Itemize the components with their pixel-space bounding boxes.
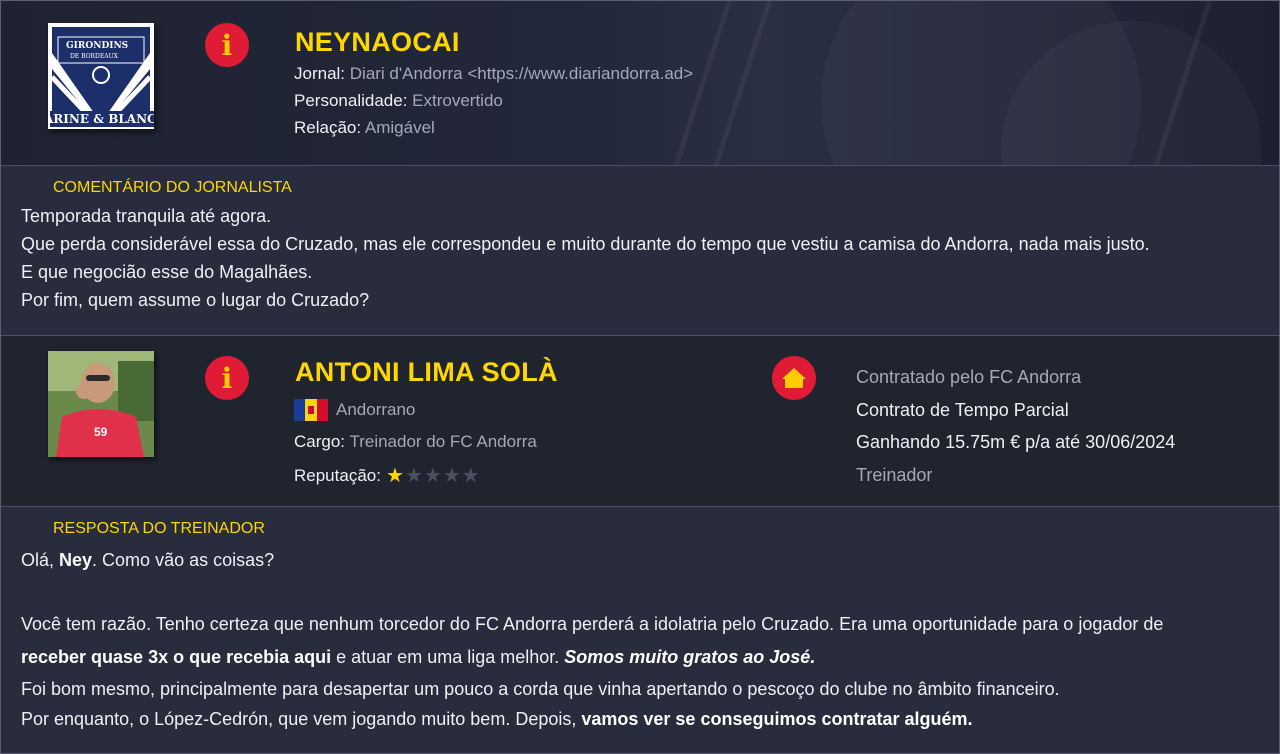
role-value[interactable]: Treinador do FC Andorra: [349, 432, 536, 451]
response-paragraph: Foi bom mesmo, principalmente para desap…: [21, 679, 1060, 699]
relation-row: Relação: Amigável: [294, 118, 435, 138]
coach-response-title: RESPOSTA DO TREINADOR: [53, 520, 265, 537]
coach-shirt-number: 59: [94, 425, 108, 439]
personality-row: Personalidade: Extrovertido: [294, 91, 503, 111]
journal-value[interactable]: Diari d'Andorra <https://www.diariandorr…: [350, 64, 693, 83]
reputation-row: Reputação:: [294, 466, 381, 486]
comment-line: Que perda considerável essa do Cruzado, …: [21, 234, 1150, 254]
journalist-comment-title: COMENTÁRIO DO JORNALISTA: [53, 179, 292, 196]
response-paragraph: receber quase 3x o que recebia aqui e at…: [21, 643, 815, 671]
reputation-label: Reputação:: [294, 466, 381, 485]
journal-label: Jornal:: [294, 64, 346, 83]
personality-value: Extrovertido: [412, 91, 503, 110]
logo-text-bottom: ARINE & BLANC: [48, 112, 154, 126]
nationality-row: Andorrano: [336, 400, 415, 420]
relation-value: Amigável: [364, 118, 435, 137]
star-icon: ★: [461, 465, 480, 487]
andorra-flag-icon: [294, 399, 328, 421]
greeting-name: Ney: [59, 550, 93, 570]
role-label: Cargo:: [294, 432, 346, 451]
personality-label: Personalidade:: [294, 91, 408, 110]
star-icon: ★: [442, 465, 461, 487]
info-icon[interactable]: i: [205, 23, 249, 67]
response-bold: vamos ver se conseguimos contratar algué…: [581, 709, 973, 729]
greeting-text: . Como vão as coisas?: [92, 550, 275, 570]
star-icon: ★: [386, 465, 404, 487]
comment-line: Por fim, quem assume o lugar do Cruzado?: [21, 290, 370, 310]
logo-text-top: GIRONDINS: [66, 41, 129, 51]
home-icon: [772, 356, 816, 400]
response-paragraph: Você tem razão. Tenho certeza que nenhum…: [21, 614, 1164, 634]
response-italic: Somos muito gratos ao José.: [564, 647, 816, 667]
contract-club: Contratado pelo FC Andorra: [856, 367, 1082, 387]
role-row: Cargo: Treinador do FC Andorra: [294, 432, 537, 452]
logo-text-mid: DE BORDEAUX: [70, 53, 118, 60]
response-bold: receber quase 3x o que recebia aqui: [21, 647, 332, 667]
info-icon[interactable]: i: [205, 356, 249, 400]
contract-salary: Ganhando 15.75m € p/a até 30/06/2024: [856, 432, 1176, 452]
reputation-stars: ★ ★ ★ ★ ★: [386, 466, 480, 486]
greeting-text: Olá,: [21, 550, 60, 570]
journal-row: Jornal: Diari d'Andorra <https://www.dia…: [294, 64, 693, 84]
coach-name: ANTONI LIMA SOLÀ: [295, 357, 558, 387]
response-text: e atuar em uma liga melhor.: [331, 647, 565, 667]
star-icon: ★: [404, 465, 423, 487]
coach-photo: 59: [48, 351, 154, 457]
response-text: Por enquanto, o López-Cedrón, que vem jo…: [21, 709, 582, 729]
coach-header: [1, 336, 1279, 506]
club-logo: GIRONDINS DE BORDEAUX ARINE & BLANC: [48, 23, 154, 129]
journalist-name: NEYNAOCAI: [295, 27, 460, 57]
comment-line: Temporada tranquila até agora.: [21, 206, 272, 226]
comment-line: E que negocião esse do Magalhães.: [21, 262, 313, 282]
contract-type: Contrato de Tempo Parcial: [856, 400, 1069, 420]
star-icon: ★: [423, 465, 442, 487]
contract-role: Treinador: [856, 465, 933, 485]
response-paragraph: Por enquanto, o López-Cedrón, que vem jo…: [21, 705, 973, 733]
response-greeting: Olá, Ney. Como vão as coisas?: [21, 546, 274, 574]
relation-label: Relação:: [294, 118, 362, 137]
nationality-value: Andorrano: [336, 400, 416, 419]
